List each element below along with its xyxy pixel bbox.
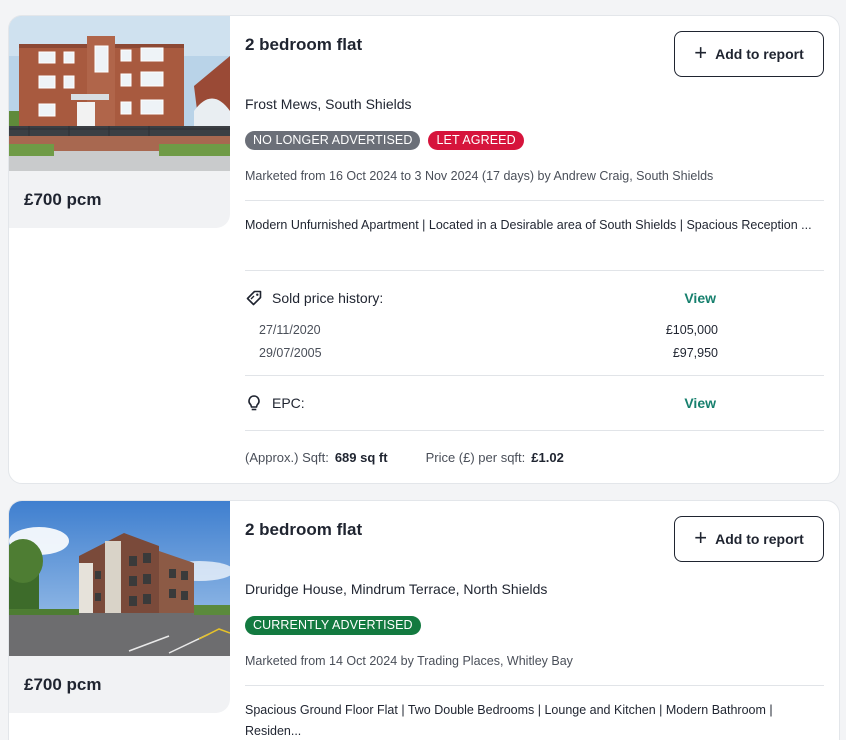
add-to-report-label: Add to report [715,46,804,62]
listing-media-panel: £700 pcm [9,16,230,228]
status-badges: NO LONGER ADVERTISED LET AGREED [245,131,524,150]
sqft-value: 689 sq ft [334,450,388,465]
listing-title[interactable]: 2 bedroom flat [245,520,362,540]
add-to-report-label: Add to report [715,531,804,547]
divider [245,430,824,431]
listing-description: Modern Unfurnished Apartment | Located i… [245,218,812,232]
epc-label: EPC: [272,395,305,411]
sold-date: 27/11/2020 [259,323,321,337]
property-photo[interactable] [9,501,230,656]
divider [245,200,824,201]
sold-price: £97,950 [672,346,718,360]
size-metrics: (Approx.) Sqft: 689 sq ft Price (£) per sq… [245,450,564,465]
sold-date: 29/07/2005 [259,346,322,360]
epc-header: EPC: View [245,392,824,414]
listing-media-panel: £700 pcm [9,501,230,713]
listing-card: £700 pcm 2 bedroom flat + Add to report … [8,500,840,740]
price-per-sqft-value: £1.02 [531,450,564,465]
listing-address: Druridge House, Mindrum Terrace, North S… [245,581,548,597]
sold-price-history-label: Sold price history: [272,290,384,306]
status-badge-no-longer-advertised: NO LONGER ADVERTISED [245,131,421,150]
divider [245,270,824,271]
marketed-info: Marketed from 16 Oct 2024 to 3 Nov 2024 … [245,169,714,183]
add-to-report-button[interactable]: + Add to report [674,516,824,562]
status-badge-currently-advertised: CURRENTLY ADVERTISED [245,616,421,635]
listing-card: £700 pcm 2 bedroom flat + Add to report … [8,15,840,484]
lightbulb-icon [245,394,263,412]
listing-description: Spacious Ground Floor Flat | Two Double … [245,703,773,738]
plus-icon: + [694,525,708,550]
status-badge-let-agreed: LET AGREED [428,131,524,150]
sold-history-row: 29/07/2005 £97,950 [259,346,718,360]
sold-price-history-header: Sold price history: View [245,287,824,309]
property-photo[interactable] [9,16,230,171]
price-per-sqft-label: Price (£) per sqft: [425,450,526,465]
listing-price: £700 pcm [24,675,102,694]
price-tag-icon [245,289,263,307]
sold-price-history-view-link[interactable]: View [684,290,716,306]
marketed-info: Marketed from 14 Oct 2024 by Trading Pla… [245,654,573,668]
plus-icon: + [694,40,708,65]
add-to-report-button[interactable]: + Add to report [674,31,824,77]
divider [245,685,824,686]
sqft-label: (Approx.) Sqft: [245,450,329,465]
listing-price: £700 pcm [24,190,102,209]
status-badges: CURRENTLY ADVERTISED [245,616,421,635]
sold-history-row: 27/11/2020 £105,000 [259,323,718,337]
listing-address: Frost Mews, South Shields [245,96,412,112]
sold-price: £105,000 [665,323,718,337]
epc-view-link[interactable]: View [684,395,716,411]
listing-title[interactable]: 2 bedroom flat [245,35,362,55]
divider [245,375,824,376]
